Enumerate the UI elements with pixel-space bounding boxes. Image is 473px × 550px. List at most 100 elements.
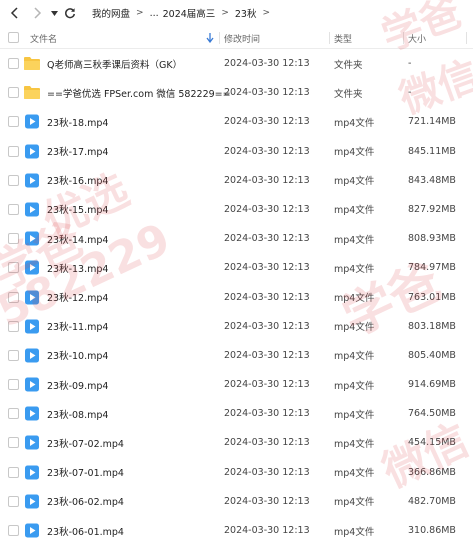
- row-checkbox[interactable]: [8, 525, 19, 536]
- file-row[interactable]: 23秋-17.mp4 2024-03-30 12:13 mp4文件 845.11MB: [0, 137, 473, 166]
- file-modified-date: 2024-03-30 12:13: [224, 203, 310, 215]
- file-name: 23秋-07-01.mp4: [47, 468, 124, 480]
- file-row[interactable]: 23秋-11.mp4 2024-03-30 12:13 mp4文件 803.18MB: [0, 312, 473, 341]
- row-checkbox[interactable]: [8, 320, 19, 332]
- file-type: 文件夹: [334, 59, 363, 71]
- row-checkbox[interactable]: [8, 466, 19, 478]
- column-divider[interactable]: [329, 32, 330, 44]
- file-row[interactable]: 23秋-09.mp4 2024-03-30 12:13 mp4文件 914.69MB: [0, 370, 473, 399]
- video-icon: [23, 347, 41, 364]
- column-divider[interactable]: [219, 32, 220, 44]
- file-name: 23秋-10.mp4: [47, 351, 109, 363]
- file-type: mp4文件: [334, 176, 375, 188]
- file-type: mp4文件: [334, 234, 375, 246]
- file-name: 23秋-09.mp4: [47, 380, 109, 392]
- column-header-type[interactable]: 类型: [334, 27, 352, 49]
- column-header-name[interactable]: 文件名: [30, 27, 57, 49]
- file-size: 721.14MB: [408, 116, 456, 128]
- folder-icon: [23, 55, 41, 72]
- file-modified-date: 2024-03-30 12:13: [224, 58, 310, 69]
- file-size: -: [408, 87, 412, 99]
- row-checkbox[interactable]: [8, 87, 19, 99]
- row-checkbox[interactable]: [8, 58, 19, 69]
- breadcrumb: 我的网盘 > ... 2024届高三 > 23秋 >: [92, 0, 276, 26]
- row-checkbox[interactable]: [8, 379, 19, 391]
- back-button[interactable]: [8, 6, 22, 20]
- refresh-button[interactable]: [63, 6, 77, 20]
- row-checkbox[interactable]: [8, 495, 19, 507]
- file-row[interactable]: ==学爸优选 FPSer.com 微信 582229== 2024-03-30 1…: [0, 78, 473, 107]
- video-icon: [23, 493, 41, 510]
- file-size: 808.93MB: [408, 233, 456, 245]
- file-row[interactable]: 23秋-06-02.mp4 2024-03-30 12:13 mp4文件 482.70…: [0, 487, 473, 516]
- file-size: 763.01MB: [408, 291, 456, 303]
- file-row[interactable]: 23秋-12.mp4 2024-03-30 12:13 mp4文件 763.01MB: [0, 283, 473, 312]
- row-checkbox[interactable]: [8, 203, 19, 215]
- file-modified-date: 2024-03-30 12:13: [224, 291, 310, 303]
- column-header-date-label: 修改时间: [224, 34, 261, 45]
- file-type: mp4文件: [334, 351, 375, 363]
- row-checkbox[interactable]: [8, 349, 19, 361]
- breadcrumb-item-grade[interactable]: 2024届高三: [163, 6, 216, 20]
- breadcrumb-item-current[interactable]: 23秋: [235, 6, 257, 20]
- file-name: ==学爸优选 FPSer.com 微信 582229==: [47, 88, 231, 100]
- file-row[interactable]: 23秋-14.mp4 2024-03-30 12:13 mp4文件 808.93MB: [0, 224, 473, 253]
- file-size: 454.15MB: [408, 437, 456, 449]
- folder-icon: [23, 84, 41, 101]
- file-type: mp4文件: [334, 380, 375, 392]
- breadcrumb-item-root[interactable]: 我的网盘: [92, 6, 130, 20]
- file-type: 文件夹: [334, 88, 363, 100]
- file-name: 23秋-14.mp4: [47, 234, 109, 246]
- file-modified-date: 2024-03-30 12:13: [224, 174, 310, 186]
- chevron-left-icon: [10, 7, 18, 19]
- file-row[interactable]: 23秋-18.mp4 2024-03-30 12:13 mp4文件 721.14MB: [0, 107, 473, 136]
- file-list: Q老师高三秋季课后资料（GK） 2024-03-30 12:13 文件夹 - ==学爸优…: [0, 49, 473, 545]
- column-header-size[interactable]: 大小: [408, 27, 426, 49]
- file-name: 23秋-07-02.mp4: [47, 438, 124, 450]
- refresh-icon: [65, 8, 76, 19]
- history-dropdown-button[interactable]: [50, 9, 58, 17]
- column-header-date[interactable]: 修改时间: [224, 27, 260, 49]
- column-divider[interactable]: [466, 32, 467, 44]
- file-row[interactable]: 23秋-15.mp4 2024-03-30 12:13 mp4文件 827.92MB: [0, 195, 473, 224]
- file-size: 827.92MB: [408, 203, 456, 215]
- video-icon: [23, 172, 41, 189]
- breadcrumb-separator-icon: >: [136, 8, 144, 18]
- file-type: mp4文件: [334, 409, 375, 421]
- sort-arrow-icon[interactable]: [206, 27, 214, 49]
- row-checkbox[interactable]: [8, 145, 19, 157]
- file-row[interactable]: 23秋-06-01.mp4 2024-03-30 12:13 mp4文件 310.86…: [0, 516, 473, 545]
- file-type: mp4文件: [334, 526, 375, 538]
- file-size: 803.18MB: [408, 320, 456, 332]
- file-row[interactable]: 23秋-07-02.mp4 2024-03-30 12:13 mp4文件 454.15…: [0, 428, 473, 457]
- video-icon: [23, 434, 41, 451]
- file-size: 784.97MB: [408, 262, 456, 274]
- file-row[interactable]: Q老师高三秋季课后资料（GK） 2024-03-30 12:13 文件夹 -: [0, 49, 473, 78]
- row-checkbox[interactable]: [8, 116, 19, 128]
- file-name: 23秋-15.mp4: [47, 205, 109, 217]
- file-type: mp4文件: [334, 322, 375, 334]
- file-name: 23秋-08.mp4: [47, 409, 109, 421]
- file-row[interactable]: 23秋-08.mp4 2024-03-30 12:13 mp4文件 764.50MB: [0, 399, 473, 428]
- row-checkbox[interactable]: [8, 262, 19, 274]
- file-size: 482.70MB: [408, 495, 456, 507]
- select-all-checkbox[interactable]: [8, 32, 19, 43]
- row-checkbox[interactable]: [8, 291, 19, 303]
- file-name: 23秋-16.mp4: [47, 176, 109, 188]
- row-checkbox[interactable]: [8, 408, 19, 420]
- file-row[interactable]: 23秋-07-01.mp4 2024-03-30 12:13 mp4文件 366.86…: [0, 458, 473, 487]
- file-row[interactable]: 23秋-13.mp4 2024-03-30 12:13 mp4文件 784.97MB: [0, 253, 473, 282]
- row-checkbox[interactable]: [8, 437, 19, 449]
- video-icon: [23, 405, 41, 422]
- file-row[interactable]: 23秋-16.mp4 2024-03-30 12:13 mp4文件 843.48MB: [0, 166, 473, 195]
- breadcrumb-item-ellipsis[interactable]: ...: [150, 8, 159, 19]
- file-size: 843.48MB: [408, 174, 456, 186]
- row-checkbox[interactable]: [8, 174, 19, 186]
- file-modified-date: 2024-03-30 12:13: [224, 379, 310, 391]
- video-icon: [23, 318, 41, 335]
- column-divider[interactable]: [403, 32, 404, 44]
- file-row[interactable]: 23秋-10.mp4 2024-03-30 12:13 mp4文件 805.40MB: [0, 341, 473, 370]
- row-checkbox[interactable]: [8, 233, 19, 245]
- forward-button[interactable]: [30, 6, 44, 20]
- file-size: 845.11MB: [408, 145, 456, 157]
